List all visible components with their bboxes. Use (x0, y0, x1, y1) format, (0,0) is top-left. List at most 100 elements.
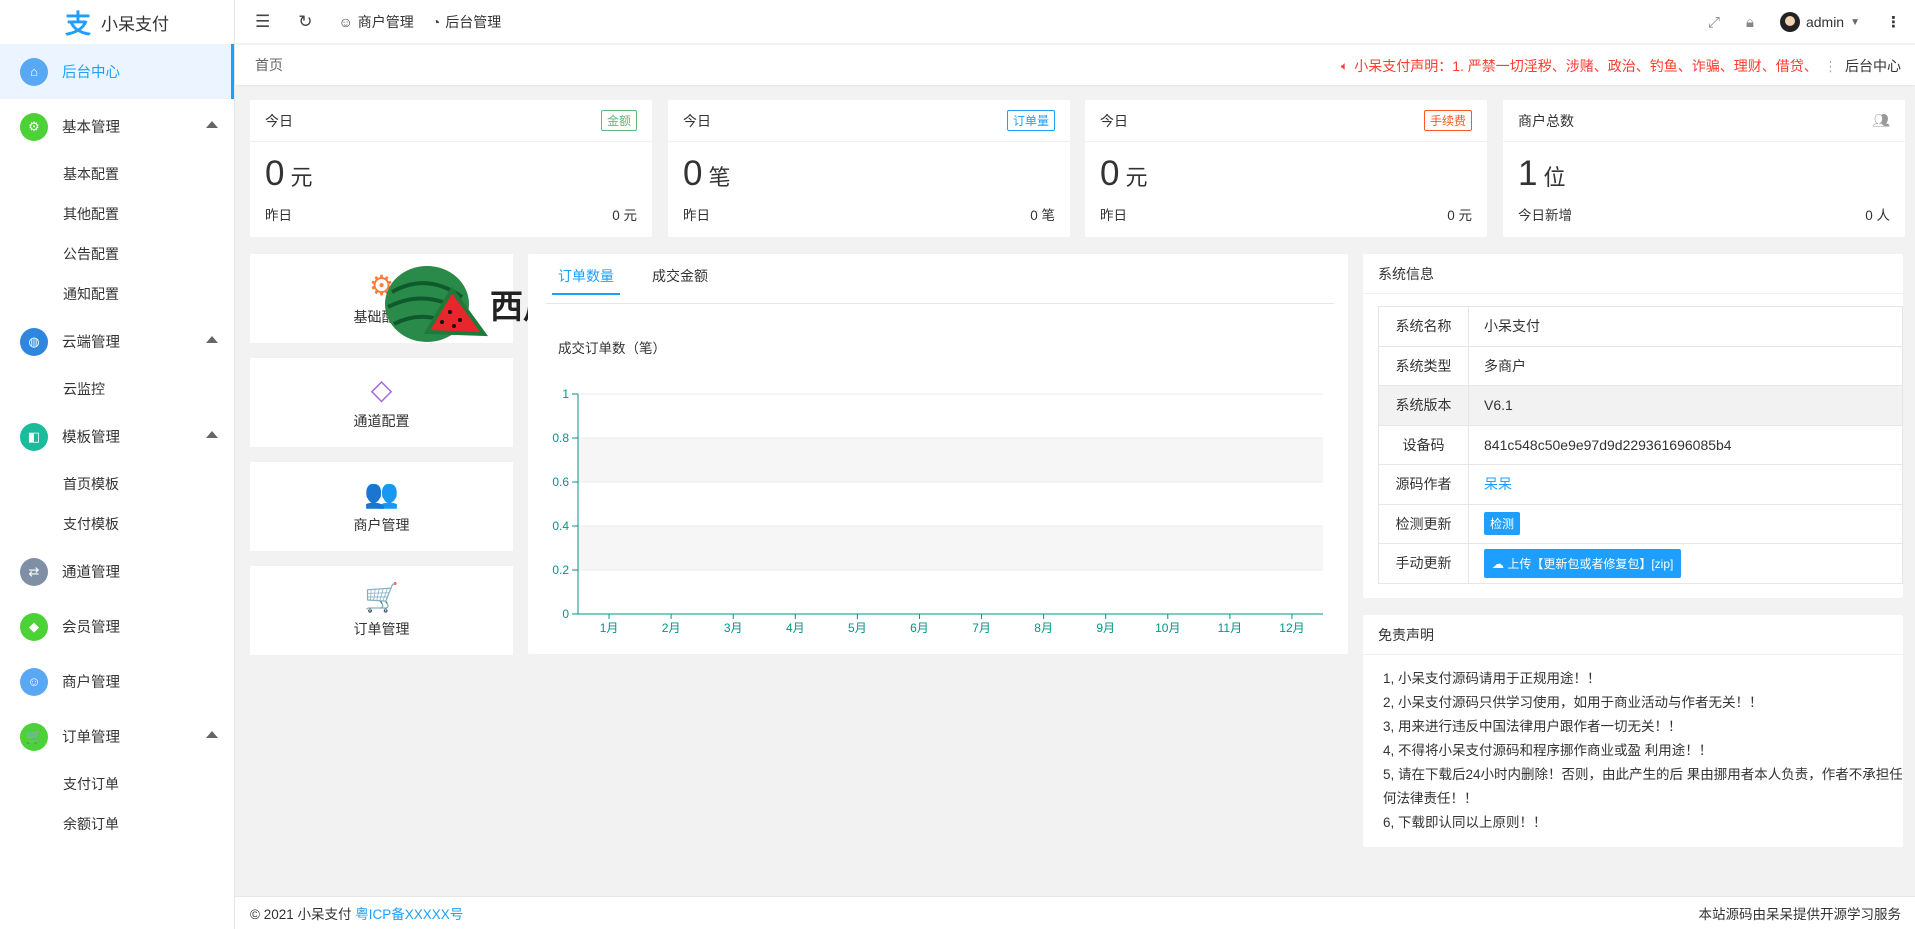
stat-card-header: 商户总数 👥︎ (1503, 100, 1905, 142)
sidebar-subitem[interactable]: 公告配置 (0, 234, 234, 274)
refresh-icon: ↻ (298, 11, 313, 31)
x-tick-label: 11月 (1218, 621, 1242, 635)
info-key: 检测更新 (1378, 503, 1469, 544)
info-value: V6.1 (1484, 397, 1513, 414)
cart-icon: 🛒 (20, 722, 48, 751)
breadcrumb-home[interactable]: 首页 (255, 55, 283, 75)
stat-number: 0 (1100, 154, 1120, 193)
sidebar-item-2[interactable]: ◍ 云端管理 (0, 314, 234, 369)
info-value: 841c548c50e9e97d9d229361696085b4 (1484, 436, 1732, 453)
sidebar-item-label: 商户管理 (62, 675, 120, 691)
breadcrumb: 首页 🔈︎ 小呆支付声明：1. 严禁一切淫秽、涉赌、政治、钓鱼、诈骗、理财、借贷… (235, 45, 1915, 85)
info-value-cell: 小呆支付 (1468, 306, 1903, 347)
sidebar-item-4[interactable]: ⇄ 通道管理 (0, 544, 234, 599)
stat-footer: 昨日 0 元 (1085, 204, 1487, 224)
copyright-text: © 2021 小呆支付 (250, 907, 352, 922)
stat-foot-value: 0 元 (612, 208, 637, 223)
upload-update-button[interactable]: ☁ 上传【更新包或者修复包】[zip] (1484, 548, 1682, 578)
quick-link-1[interactable]: ◇ 通道配置 (250, 358, 513, 447)
quick-link-label: 商户管理 (353, 516, 410, 533)
sidebar-item-5[interactable]: ◆ 会员管理 (0, 599, 234, 654)
toggle-sidebar-button[interactable]: ☰ (255, 12, 270, 32)
x-tick-label: 4月 (786, 621, 805, 635)
quick-link-3[interactable]: 🛒 订单管理 (250, 566, 513, 655)
announcement-text: 小呆支付声明：1. 严禁一切淫秽、涉赌、政治、钓鱼、诈骗、理财、借贷、 (1354, 58, 1818, 74)
users-icon: 👥︎ (1872, 112, 1890, 128)
stat-title: 今日 (265, 112, 293, 129)
users-icon: 👥 (364, 477, 399, 509)
stat-number: 1 (1518, 154, 1538, 193)
backend-menu[interactable]: ◔ 后台管理 (432, 12, 501, 32)
check-update-button[interactable]: 检测 (1484, 512, 1521, 536)
footer-copyright: © 2021 小呆支付 粤ICP备XXXXX号 (250, 903, 463, 923)
globe-icon: ◍ (20, 327, 48, 356)
x-tick-label: 1月 (600, 621, 619, 635)
sidebar-subitem[interactable]: 通知配置 (0, 274, 234, 314)
caret-up-icon (206, 731, 218, 738)
lock-icon[interactable]: 🔒︎ (1746, 14, 1754, 31)
table-row: 系统类型 多商户 (1378, 345, 1903, 386)
sidebar-item-3[interactable]: ◧ 模板管理 (0, 409, 234, 464)
table-row: 系统版本 V6.1 (1378, 385, 1903, 426)
diamond-icon: ◆ (20, 612, 48, 641)
sidebar-item-label: 基本管理 (62, 120, 120, 136)
stat-unit: 元 (290, 165, 313, 190)
fullscreen-icon[interactable]: ⤢ (1708, 14, 1720, 31)
sidebar-item-label: 通道管理 (62, 565, 120, 581)
current-page-label: 后台中心 (1845, 58, 1901, 74)
sidebar-subitem[interactable]: 支付订单 (0, 764, 234, 804)
stat-unit: 笔 (708, 165, 731, 190)
info-key: 系统类型 (1378, 345, 1469, 386)
speaker-icon: 🔈︎ (1341, 58, 1349, 73)
refresh-button[interactable]: ↻ (298, 12, 312, 32)
header-tools: ⤢ 🔒︎ admin ▼ ⋮ (1708, 0, 1901, 44)
stat-foot-label: 昨日 (683, 208, 710, 223)
stat-foot-label: 今日新增 (1518, 208, 1572, 223)
sidebar-subitem[interactable]: 余额订单 (0, 804, 234, 844)
y-tick-label: 0.8 (552, 431, 569, 445)
disclaimer-line: 4, 不得将小呆支付源码和程序挪作商业或盈 利用途！！ (1383, 743, 1713, 758)
user-icon: ☺ (20, 667, 48, 696)
info-key: 源码作者 (1378, 464, 1469, 505)
user-menu[interactable]: admin ▼ (1779, 12, 1860, 32)
sidebar-subitem[interactable]: 首页模板 (0, 464, 234, 504)
stat-card: 商户总数 👥︎ 1 位今日新增 0 人 (1503, 100, 1905, 237)
stat-title: 今日 (1100, 112, 1128, 129)
stat-title: 今日 (683, 112, 711, 129)
author-link[interactable]: 呆呆 (1484, 476, 1512, 492)
logo[interactable]: 支 小呆支付 (0, 0, 234, 44)
stat-foot-label: 昨日 (1100, 208, 1127, 223)
top-header: ☰ ↻ ☺ 商户管理 ◔ 后台管理 ⤢ 🔒︎ admin ▼ ⋮ (235, 0, 1915, 44)
info-key: 系统名称 (1378, 306, 1469, 347)
sidebar-item-1[interactable]: ⚙ 基本管理 (0, 99, 234, 154)
settings-icon: ⚙ (20, 112, 48, 141)
sidebar-item-0[interactable]: ⌂ 后台中心 (0, 44, 234, 99)
table-row: 系统名称 小呆支付 (1378, 306, 1903, 347)
disclaimer-text: 1, 小呆支付源码请用于正规用途！！ 2, 小呆支付源码只供学习使用，如用于商业活… (1383, 667, 1903, 835)
sidebar-subitem[interactable]: 支付模板 (0, 504, 234, 544)
info-value-cell: 多商户 (1468, 345, 1903, 386)
order-chart: 00.20.40.60.811月 2月 3月 4月 5月 6月 7月 8月 9月 10月 11月 12… (552, 387, 1323, 635)
y-tick-label: 0.2 (552, 563, 569, 577)
x-tick-label: 7月 (972, 621, 991, 635)
cart-icon: 🛒 (364, 581, 399, 613)
quick-link-label: 通道配置 (353, 412, 410, 429)
sidebar-subitem[interactable]: 其他配置 (0, 194, 234, 234)
stat-badge: 金额 (600, 110, 637, 131)
x-tick-label: 12月 (1279, 621, 1304, 635)
quick-link-2[interactable]: 👥 商户管理 (250, 462, 513, 551)
merchant-menu[interactable]: ☺ 商户管理 (339, 12, 414, 32)
layers-icon: ◧ (20, 422, 48, 451)
sidebar: 支 小呆支付 ⌂ 后台中心 ⚙ 基本管理基本配置 其他配置 公告配置 通知配置 ◍ 云端管理 云监… (0, 0, 235, 929)
stat-footer: 昨日 0 元 (250, 204, 652, 224)
sidebar-subitem[interactable]: 基本配置 (0, 154, 234, 194)
icp-link[interactable]: 粤ICP备XXXXX号 (355, 907, 463, 922)
more-icon[interactable]: ⋮ (1886, 13, 1901, 31)
sidebar-item-6[interactable]: ☺ 商户管理 (0, 654, 234, 709)
home-icon: ⌂ (20, 57, 48, 86)
sidebar-item-7[interactable]: 🛒 订单管理 (0, 709, 234, 764)
disclaimer-line: 6, 下载即认同以上原则！！ (1383, 815, 1547, 830)
disclaimer-line: 5, 请在下载后24小时内删除！否则，由此产生的后 果由挪用者本人负责，作者不承… (1383, 767, 1903, 806)
sidebar-nav: ⌂ 后台中心 ⚙ 基本管理基本配置 其他配置 公告配置 通知配置 ◍ 云端管理 云监控 ◧ 模板管理首… (0, 44, 234, 844)
sidebar-subitem[interactable]: 云监控 (0, 369, 234, 409)
